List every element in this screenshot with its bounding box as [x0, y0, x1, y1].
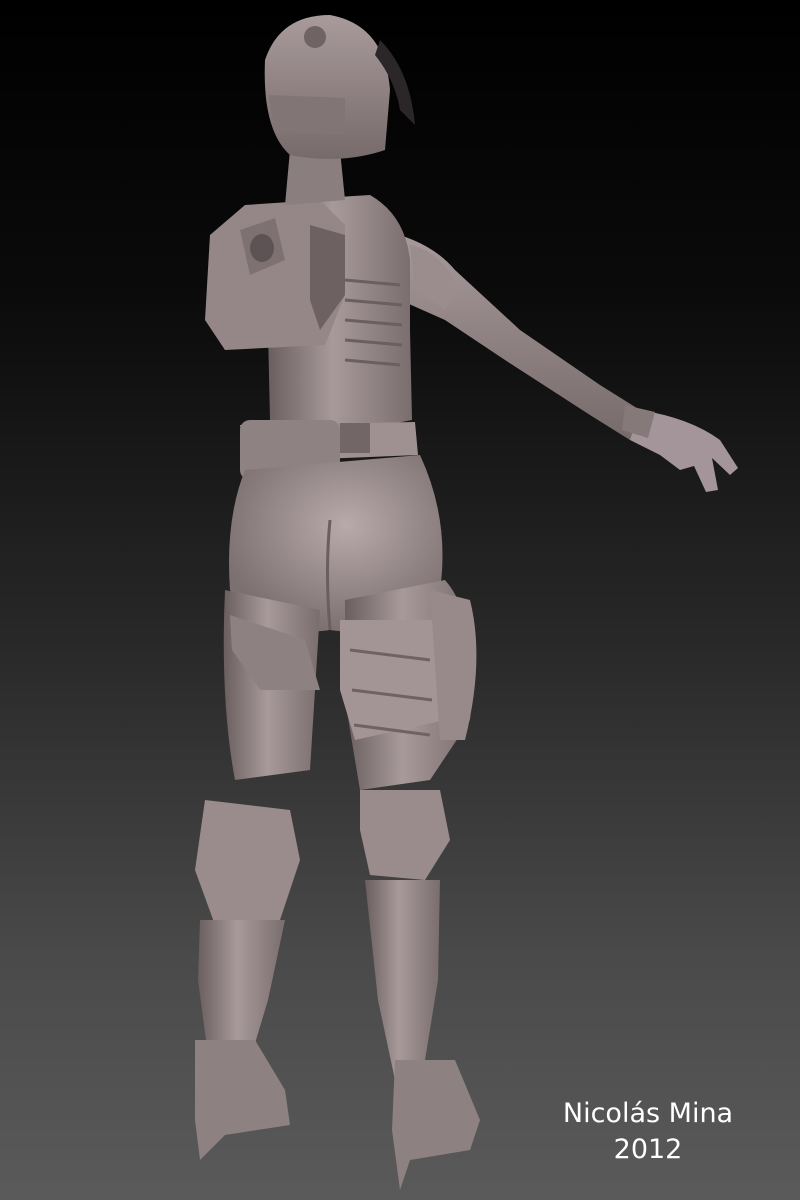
helmet: [264, 15, 390, 159]
right-knee-pad: [360, 790, 450, 880]
right-boot: [392, 1060, 480, 1190]
right-shin: [365, 880, 440, 1080]
helmet-visor-band: [268, 95, 345, 135]
holster-strap: [340, 620, 445, 740]
belt-buckle: [340, 423, 370, 453]
render-canvas: Nicolás Mina 2012: [0, 0, 800, 1200]
credit-year: 2012: [613, 1134, 683, 1165]
left-knee-pad: [195, 800, 300, 925]
artist-name: Nicolás Mina: [562, 1098, 734, 1129]
backpack-port: [250, 234, 274, 262]
armored-figure: [195, 15, 738, 1190]
artist-credit: Nicolás Mina 2012: [548, 1096, 748, 1168]
left-boot: [195, 1040, 290, 1160]
left-shin: [198, 920, 285, 1060]
helmet-lamp: [304, 26, 326, 48]
